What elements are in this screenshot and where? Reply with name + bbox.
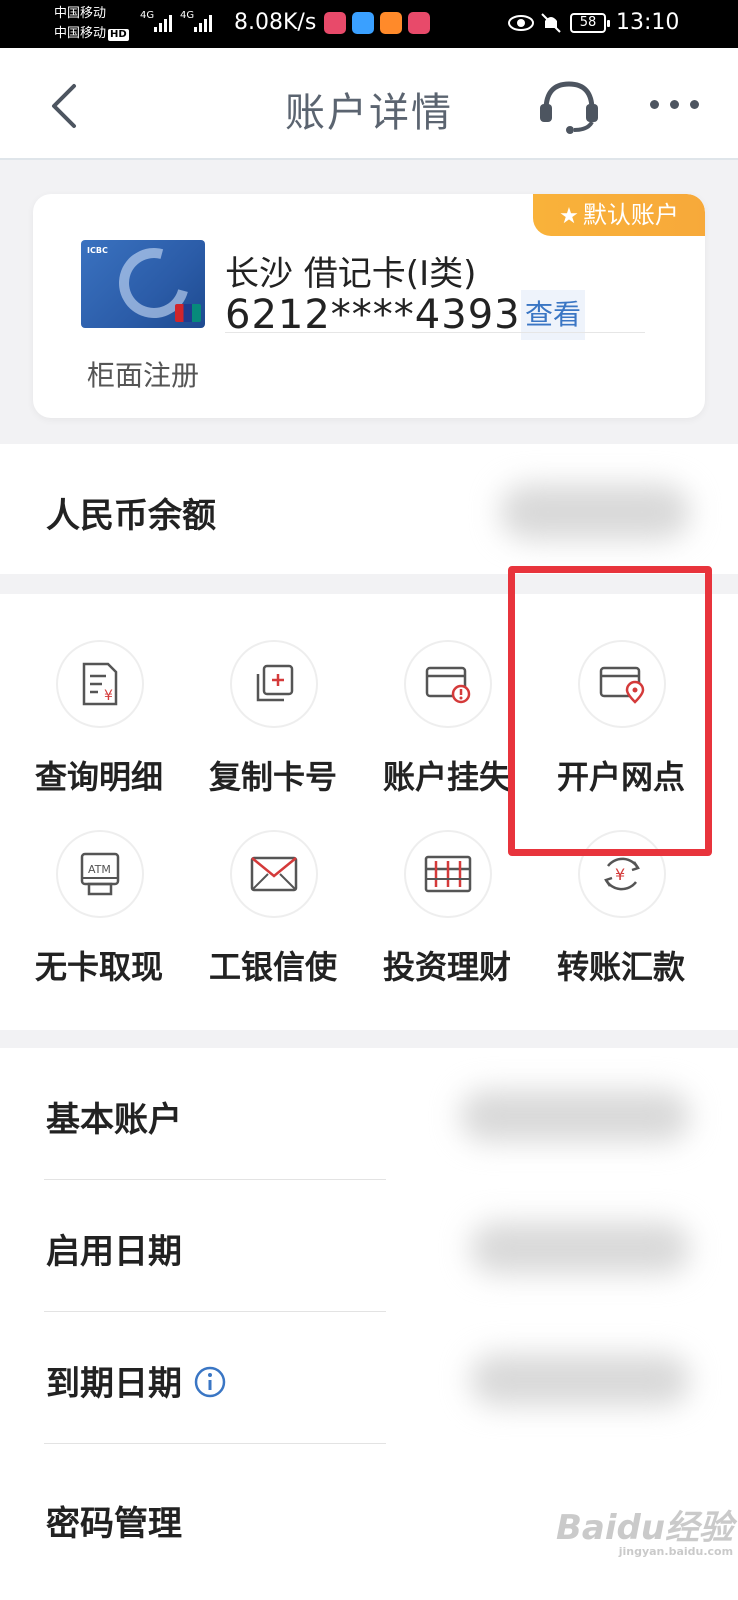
network-speed: 8.08K/s xyxy=(234,10,317,35)
balance-label: 人民币余额 xyxy=(46,496,216,536)
info-icon[interactable] xyxy=(194,1366,226,1398)
function-label: 工银信使 xyxy=(208,948,337,986)
balance-row[interactable]: 人民币余额 xyxy=(0,444,738,574)
more-menu-icon[interactable] xyxy=(650,98,706,112)
report-loss-icon xyxy=(425,666,471,704)
eye-icon xyxy=(508,15,534,31)
function-label: 无卡取现 xyxy=(34,948,163,986)
page-title: 账户详情 xyxy=(285,90,453,136)
detail-label: 到期日期 xyxy=(46,1356,226,1405)
detail-label: 基本账户 xyxy=(46,1100,182,1140)
svg-text:¥: ¥ xyxy=(615,865,625,884)
card-name: 长沙 借记卡(I类) xyxy=(225,254,477,294)
hd-badge: HD xyxy=(108,29,129,41)
unionpay-logo xyxy=(175,304,201,322)
blurred-balance-value xyxy=(500,484,690,540)
star-icon: ★ xyxy=(559,204,579,229)
detail-row-start-date[interactable]: 启用日期 xyxy=(0,1180,738,1312)
query-details-button[interactable]: ¥ 查询明细 xyxy=(12,640,186,820)
app-notification-icon xyxy=(408,12,430,34)
detail-row-expiry-date[interactable]: 到期日期 xyxy=(0,1312,738,1444)
svg-text:ATM: ATM xyxy=(88,863,111,876)
carrier-1: 中国移动 xyxy=(54,6,107,21)
watermark-text: Baidu经验 xyxy=(556,1508,734,1548)
transfer-icon: ¥ xyxy=(604,857,640,891)
battery-indicator: 58 xyxy=(570,13,610,33)
function-label: 投资理财 xyxy=(382,948,511,986)
app-notification-icon xyxy=(352,12,374,34)
card-divider xyxy=(225,332,645,333)
svg-text:¥: ¥ xyxy=(104,688,113,704)
function-label: 转账汇款 xyxy=(556,948,685,986)
network-type-2: 4G xyxy=(180,10,195,21)
baidu-watermark: Baidu经验 jingyan.baidu.com xyxy=(556,1500,733,1558)
detail-label: 启用日期 xyxy=(46,1232,182,1272)
detail-row-basic-account[interactable]: 基本账户 xyxy=(0,1048,738,1180)
highlight-annotation-box xyxy=(508,566,712,856)
icbc-messenger-button[interactable]: 工银信使 xyxy=(186,830,360,1010)
signal-icon xyxy=(154,14,172,32)
copy-card-icon xyxy=(256,664,294,702)
copy-card-number-button[interactable]: 复制卡号 xyxy=(186,640,360,820)
function-label: 查询明细 xyxy=(34,758,163,796)
app-notification-icon xyxy=(380,12,402,34)
blurred-detail-value xyxy=(460,1090,690,1142)
expiry-date-label: 到期日期 xyxy=(46,1364,182,1404)
default-account-badge: ★ 默认账户 xyxy=(533,194,705,236)
blurred-detail-value xyxy=(470,1354,690,1406)
cardless-withdrawal-button[interactable]: ATM 无卡取现 xyxy=(12,830,186,1010)
registration-channel: 柜面注册 xyxy=(87,359,200,392)
abacus-icon xyxy=(424,855,472,893)
transfer-button[interactable]: ¥ 转账汇款 xyxy=(534,830,708,1010)
function-label: 复制卡号 xyxy=(208,758,337,796)
customer-service-icon[interactable] xyxy=(538,78,600,134)
detail-label: 密码管理 xyxy=(46,1504,182,1544)
statement-icon: ¥ xyxy=(82,662,118,706)
blurred-detail-value xyxy=(470,1222,690,1274)
atm-icon: ATM xyxy=(80,852,120,896)
bank-logo: ICBC xyxy=(87,246,108,255)
account-card[interactable]: ★ 默认账户 ICBC 长沙 借记卡(I类) 6212****4393 查看 柜面… xyxy=(33,194,705,418)
investment-button[interactable]: 投资理财 xyxy=(360,830,534,1010)
envelope-icon xyxy=(250,856,298,892)
clock: 13:10 xyxy=(616,10,680,35)
mute-bell-icon xyxy=(541,13,561,33)
app-header: 账户详情 xyxy=(0,48,738,160)
network-type-1: 4G xyxy=(140,10,155,21)
app-notification-icon xyxy=(324,12,346,34)
default-account-label: 默认账户 xyxy=(582,201,679,229)
status-bar: 中国移动 中国移动 HD 4G 4G 8.08K/s 58 13:10 xyxy=(0,0,738,48)
carrier-info: 中国移动 中国移动 HD xyxy=(54,4,129,44)
carrier-2: 中国移动 xyxy=(54,26,107,41)
signal-icon xyxy=(194,14,212,32)
bank-card-image: ICBC xyxy=(81,240,205,328)
